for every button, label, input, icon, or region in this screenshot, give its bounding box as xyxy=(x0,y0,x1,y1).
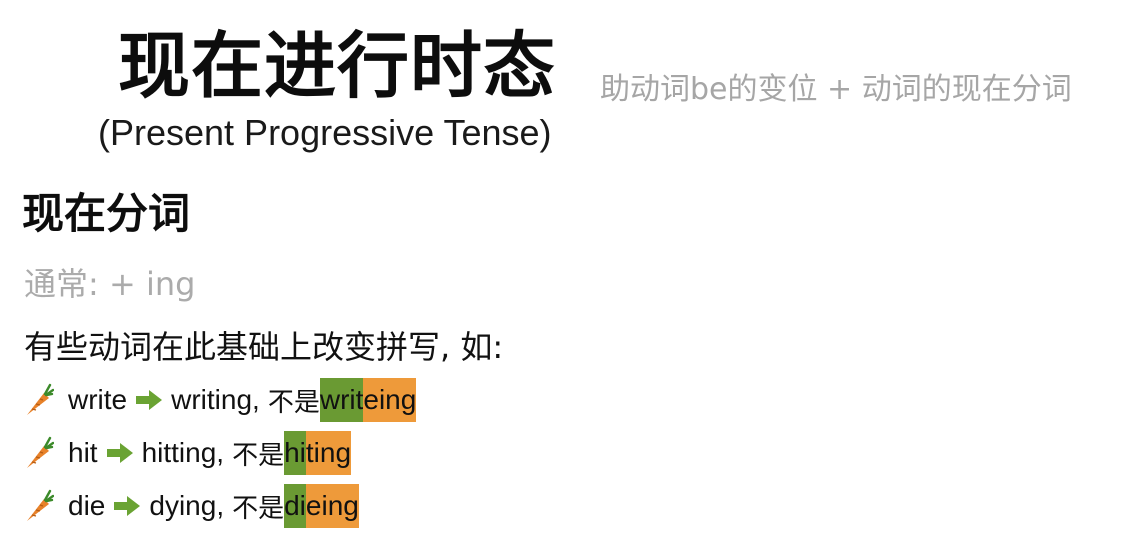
example-row: hit hitting, 不是 hi ting xyxy=(24,430,352,476)
spelling-change-intro: 有些动词在此基础上改变拼写, 如: xyxy=(24,328,504,366)
correct-participle: writing, xyxy=(171,384,260,415)
wrong-spelling-suffix: eing xyxy=(305,484,359,528)
carrot-icon xyxy=(27,383,54,415)
wrong-spelling-stem: hi xyxy=(284,431,306,475)
section-heading: 现在分词 xyxy=(22,189,191,238)
correct-participle: dying, xyxy=(149,490,225,521)
page-subtitle: (Present Progressive Tense) xyxy=(98,112,552,153)
wrong-spelling: writ eing xyxy=(319,378,417,422)
base-verb: die xyxy=(68,490,106,521)
usual-rule-text: 通常: + ing xyxy=(24,265,196,303)
wrong-spelling: di eing xyxy=(284,484,359,528)
carrot-icon xyxy=(27,489,54,521)
carrot-icon xyxy=(27,436,54,468)
wrong-spelling-stem: writ xyxy=(319,378,364,422)
right-arrow-icon xyxy=(114,496,141,516)
not-label: 不是 xyxy=(267,387,320,418)
wrong-spelling-stem: di xyxy=(284,484,306,528)
example-row: write writing, 不是 writ eing xyxy=(24,377,417,423)
wrong-spelling-suffix: ting xyxy=(305,431,352,475)
right-arrow-icon xyxy=(136,390,163,410)
wrong-spelling-suffix: eing xyxy=(363,378,417,422)
base-verb: hit xyxy=(68,437,98,468)
example-row: die dying, 不是 di eing xyxy=(24,483,359,529)
tense-formula: 助动词be的变位 + 动词的现在分词 xyxy=(600,72,1072,107)
not-label: 不是 xyxy=(232,493,285,524)
page-title: 现在进行时态 xyxy=(118,23,557,108)
wrong-spelling: hi ting xyxy=(284,431,352,475)
correct-participle: hitting, xyxy=(141,437,225,468)
base-verb: write xyxy=(68,384,128,415)
not-label: 不是 xyxy=(232,440,285,471)
right-arrow-icon xyxy=(106,443,133,463)
